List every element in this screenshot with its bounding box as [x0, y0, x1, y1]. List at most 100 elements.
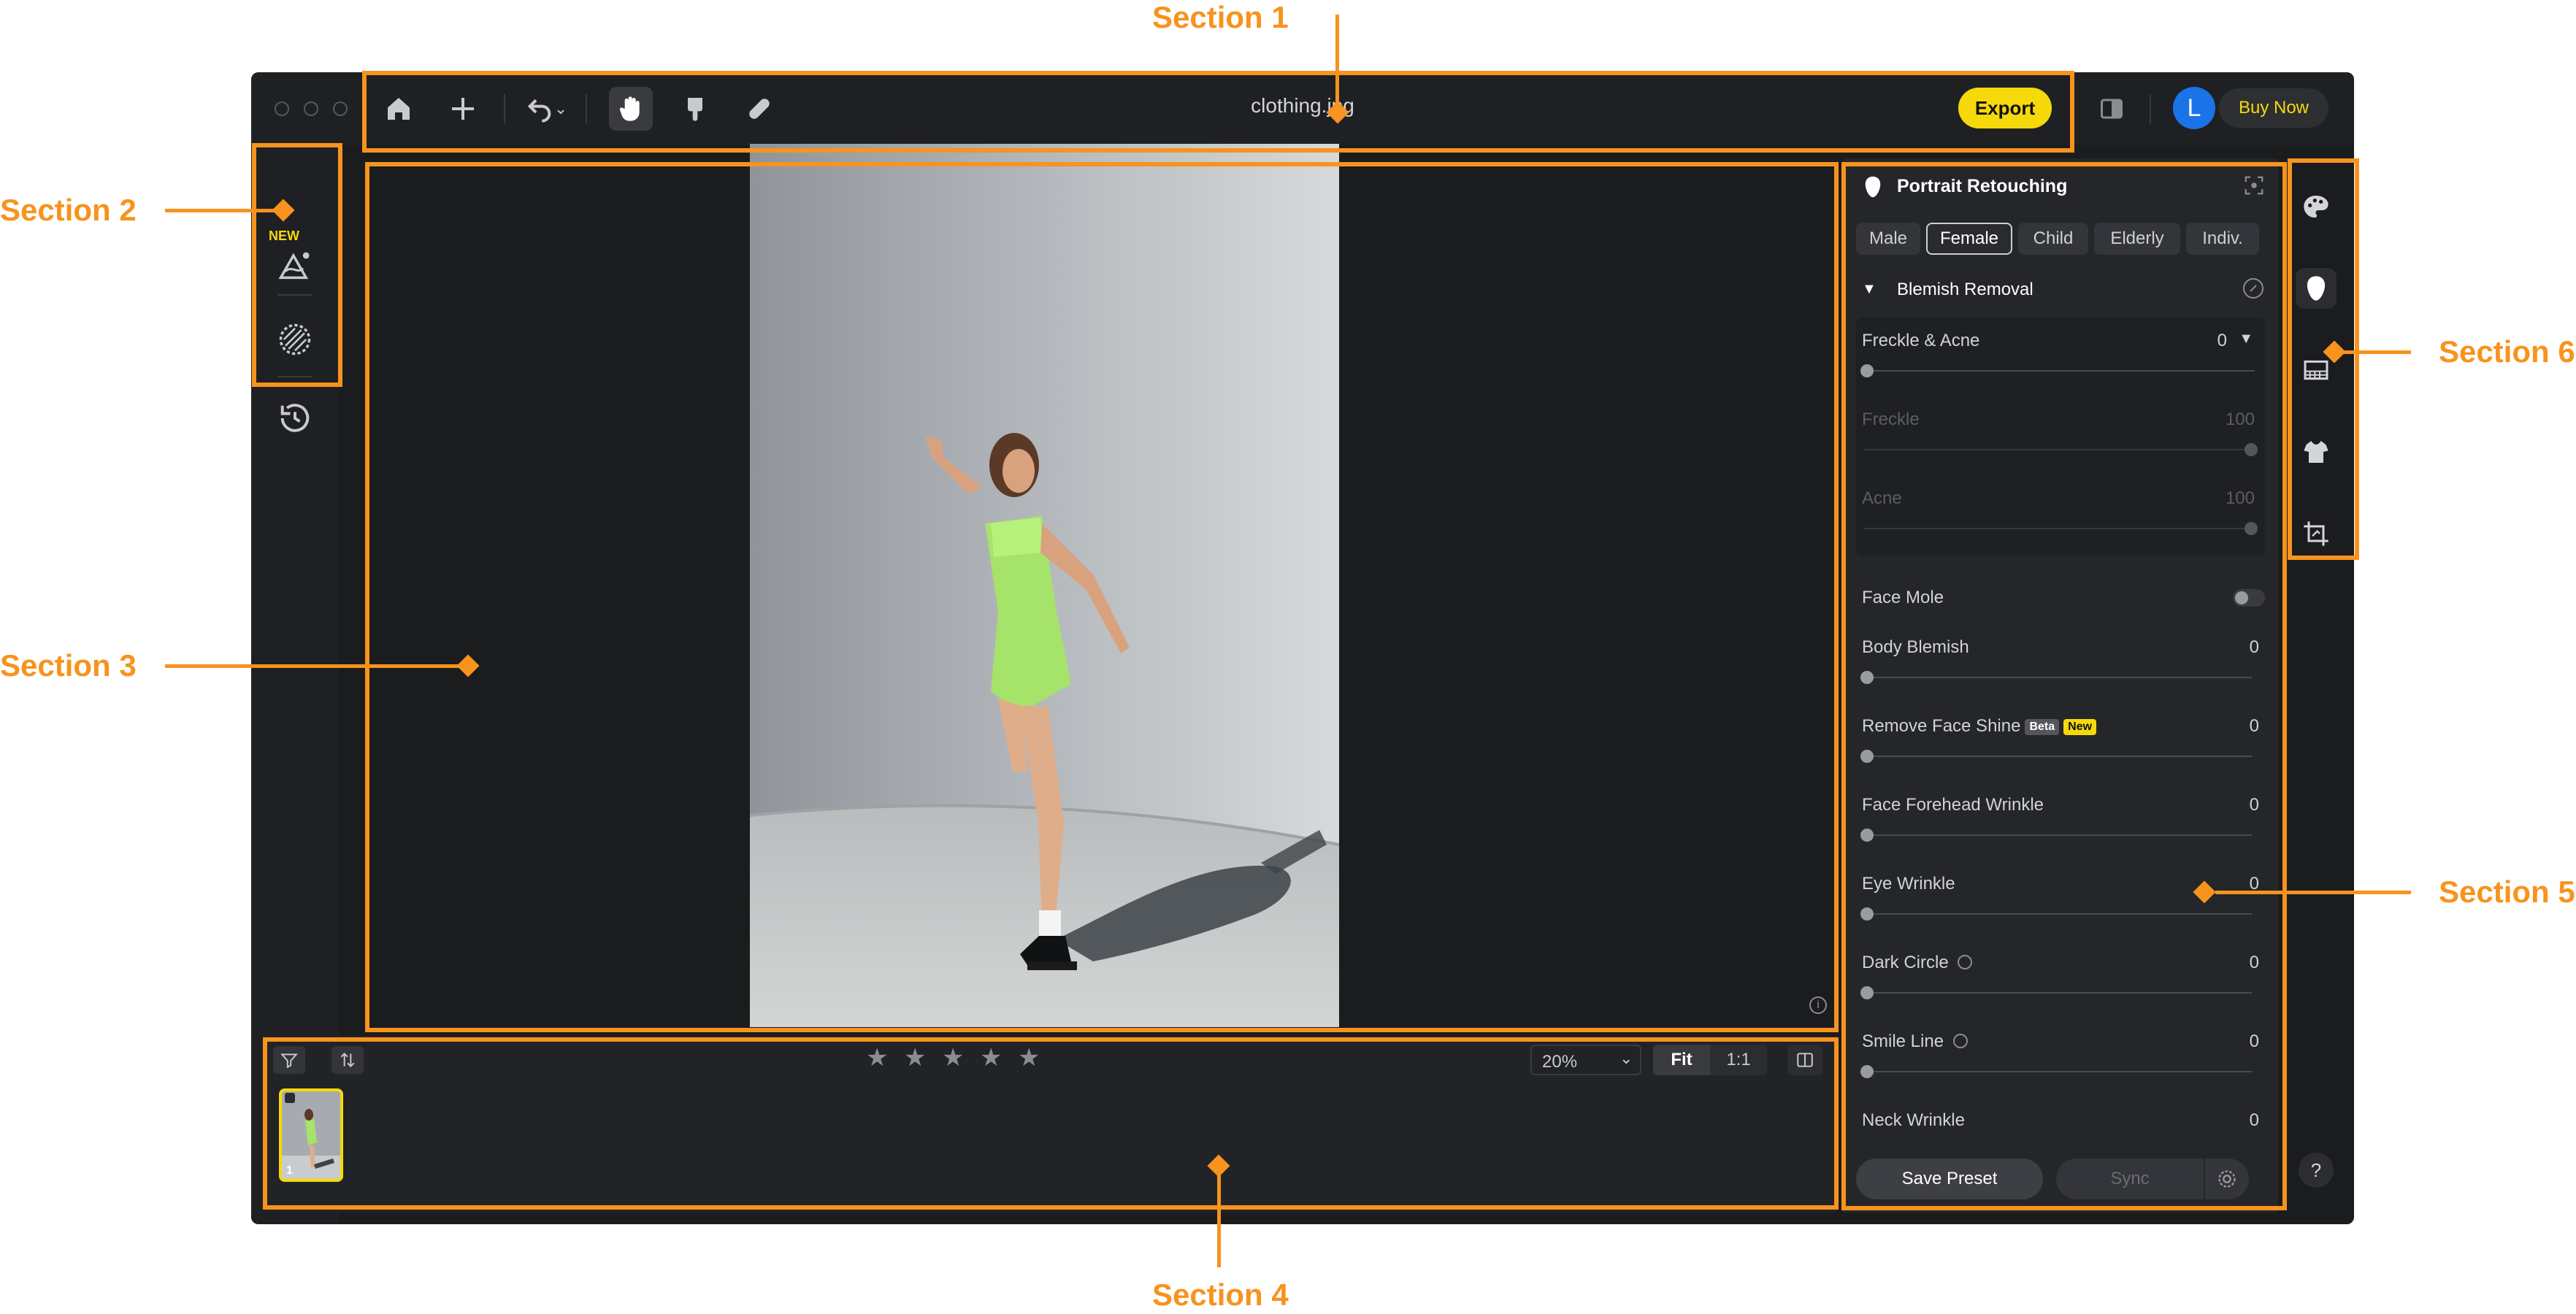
collapse-triangle-icon[interactable]: ▼: [1862, 281, 1877, 298]
tab-child[interactable]: Child: [2018, 223, 2088, 255]
slider-knob[interactable]: [1860, 364, 1874, 377]
rating-star-icon[interactable]: ★: [980, 1043, 1002, 1072]
neck-wrinkle-value: 0: [2249, 1110, 2259, 1130]
tool-divider: [277, 294, 313, 296]
smile-line-label: Smile Line: [1862, 1031, 1968, 1052]
slider-knob[interactable]: [2245, 522, 2258, 535]
filter-icon[interactable]: [273, 1046, 305, 1074]
rating-star-icon[interactable]: ★: [942, 1043, 964, 1072]
section-1-label: Section 1: [1152, 0, 1289, 34]
help-circle-icon[interactable]: [1952, 1034, 1968, 1048]
fit-button[interactable]: Fit: [1653, 1045, 1710, 1075]
face-retouch-icon[interactable]: [2296, 268, 2337, 309]
face-mole-toggle[interactable]: [2233, 589, 2265, 607]
slider-knob[interactable]: [1860, 671, 1874, 684]
dark-circle-text: Dark Circle: [1862, 953, 1949, 972]
section-4-leader: [1217, 1172, 1221, 1267]
photo-illustration: [749, 144, 1340, 1027]
neck-wrinkle-label: Neck Wrinkle: [1862, 1110, 1965, 1130]
slider-knob[interactable]: [1860, 1065, 1874, 1078]
toolbar-divider: [2150, 94, 2151, 123]
zoom-select[interactable]: 20% ⌄: [1530, 1045, 1641, 1075]
section-5-label: Section 5: [2439, 875, 2575, 909]
section-3-label: Section 3: [0, 648, 137, 683]
expand-triangle-icon[interactable]: ▼: [2239, 331, 2253, 347]
export-button[interactable]: Export: [1958, 88, 2052, 128]
one-to-one-button[interactable]: 1:1: [1710, 1045, 1767, 1075]
palette-icon[interactable]: [2296, 186, 2337, 227]
body-blemish-label: Body Blemish: [1862, 637, 1969, 657]
texture-circle-icon[interactable]: [276, 320, 314, 358]
slider-knob[interactable]: [1860, 986, 1874, 999]
ai-color-icon[interactable]: [276, 246, 314, 284]
sort-icon[interactable]: [331, 1046, 364, 1074]
right-tool-rail: ?: [2278, 145, 2354, 1224]
reset-icon[interactable]: [2243, 278, 2263, 299]
rating-star-icon[interactable]: ★: [904, 1043, 926, 1072]
crop-icon[interactable]: [2296, 513, 2337, 554]
tab-individual[interactable]: Indiv.: [2186, 223, 2259, 255]
eye-wrinkle-slider[interactable]: [1863, 913, 2252, 915]
slider-knob[interactable]: [1860, 907, 1874, 921]
acne-value: 100: [2225, 488, 2255, 508]
help-circle-icon[interactable]: [1958, 955, 1973, 969]
face-forehead-wrinkle-slider[interactable]: [1863, 834, 2252, 836]
avatar[interactable]: L: [2173, 87, 2215, 129]
smile-line-value: 0: [2249, 1031, 2259, 1051]
slider-knob[interactable]: [2245, 443, 2258, 456]
acne-label: Acne: [1862, 488, 1902, 508]
body-blemish-slider[interactable]: [1863, 677, 2252, 678]
beta-badge: Beta: [2025, 719, 2060, 735]
toggle-knob: [2235, 591, 2248, 604]
rating-star-icon[interactable]: ★: [1018, 1043, 1040, 1072]
section-5-leader: [2215, 891, 2411, 894]
freckle-value: 100: [2225, 410, 2255, 429]
slider-knob[interactable]: [1860, 829, 1874, 842]
remove-face-shine-value: 0: [2249, 716, 2259, 736]
smile-line-slider[interactable]: [1863, 1071, 2252, 1072]
face-mole-label: Face Mole: [1862, 588, 1944, 607]
tab-elderly[interactable]: Elderly: [2094, 223, 2180, 255]
eye-wrinkle-label: Eye Wrinkle: [1862, 874, 1955, 894]
face-detect-icon[interactable]: [2243, 174, 2265, 196]
buy-now-button[interactable]: Buy Now: [2219, 88, 2328, 128]
thumbnail[interactable]: 1: [279, 1088, 343, 1182]
info-icon[interactable]: i: [1809, 996, 1827, 1014]
app-window: ⌄ clothing.jpg Export L Buy Now NEW i ★ …: [251, 72, 2354, 1224]
tab-male[interactable]: Male: [1856, 223, 1920, 255]
history-icon[interactable]: [276, 399, 314, 437]
body-blemish-value: 0: [2249, 637, 2259, 657]
freckle-slider[interactable]: [1863, 449, 2255, 450]
sync-settings-icon[interactable]: [2205, 1159, 2249, 1199]
panel-title: Portrait Retouching: [1897, 176, 2068, 196]
tool-divider: [277, 376, 313, 377]
thumbnail-index: 1: [286, 1164, 293, 1177]
sync-button[interactable]: Sync: [2056, 1159, 2204, 1199]
freckle-label: Freckle: [1862, 410, 1920, 429]
section-6-label: Section 6: [2439, 334, 2575, 369]
remove-face-shine-slider[interactable]: [1863, 756, 2252, 757]
section-title: Blemish Removal: [1897, 280, 2033, 299]
slider-knob[interactable]: [1860, 750, 1874, 763]
new-badge: NEW: [269, 228, 299, 243]
compare-panel-icon[interactable]: [2090, 87, 2134, 131]
section-1-leader: [1335, 15, 1339, 110]
remove-face-shine-text: Remove Face Shine: [1862, 716, 2021, 736]
section-3-leader: [165, 664, 460, 668]
filmstrip-panel: ★ ★ ★ ★ ★ 20% ⌄ Fit 1:1 1: [263, 1036, 1837, 1213]
rating-star-icon[interactable]: ★: [866, 1043, 888, 1072]
freckle-acne-label: Freckle & Acne: [1862, 331, 1980, 350]
face-icon: [1860, 174, 1885, 199]
tab-female[interactable]: Female: [1926, 223, 2012, 255]
help-button[interactable]: ?: [2299, 1153, 2334, 1188]
smile-line-text: Smile Line: [1862, 1031, 1944, 1051]
dark-circle-value: 0: [2249, 953, 2259, 972]
freckle-acne-value: 0: [2217, 331, 2227, 350]
freckle-acne-slider[interactable]: [1863, 370, 2255, 372]
dark-circle-slider[interactable]: [1863, 992, 2252, 994]
compare-view-icon[interactable]: [1787, 1045, 1822, 1075]
remove-face-shine-label: Remove Face Shine Beta New: [1862, 716, 2097, 737]
acne-slider[interactable]: [1863, 528, 2255, 529]
save-preset-button[interactable]: Save Preset: [1856, 1159, 2043, 1199]
clothing-icon[interactable]: [2296, 431, 2337, 472]
